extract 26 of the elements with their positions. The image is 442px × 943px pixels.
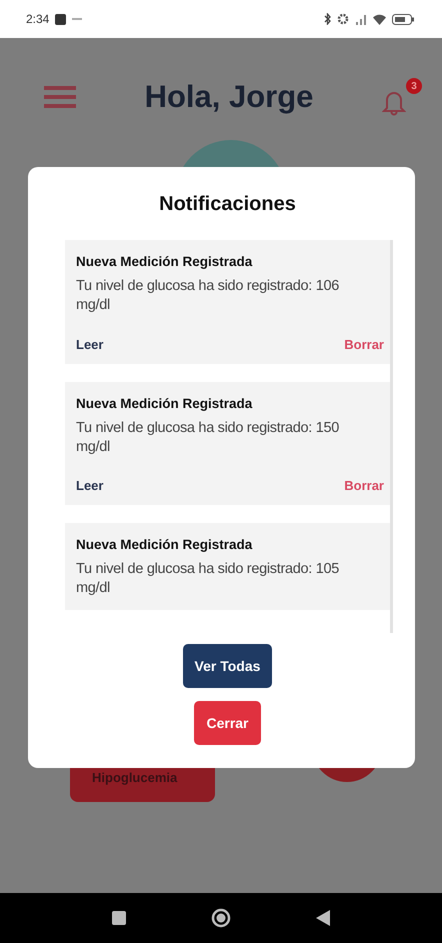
home-icon[interactable]: [210, 908, 231, 928]
notification-text: Tu nivel de glucosa ha sido registrado: 150 mg/dl: [76, 418, 340, 456]
view-all-button[interactable]: Ver Todas: [182, 644, 272, 688]
card-label: Hipoglucemia: [92, 770, 178, 786]
delete-link[interactable]: Borrar: [344, 478, 384, 494]
notification-badge: 3: [406, 78, 422, 94]
bluetooth-icon: [324, 13, 331, 25]
notification-title: Nueva Medición Registrada: [76, 537, 254, 552]
recents-icon[interactable]: [112, 911, 126, 925]
notification-title: Nueva Medición Registrada: [76, 254, 254, 269]
read-link[interactable]: Leer: [76, 478, 104, 494]
notification-text: Tu nivel de glucosa ha sido registrado: 105 mg/dl: [76, 560, 340, 598]
notification-text: Tu nivel de glucosa ha sido registrado: 106 mg/dl: [76, 277, 340, 315]
status-time: 2:34: [26, 12, 50, 26]
greeting-title: Hola, Jorge: [144, 79, 314, 115]
battery-icon: [392, 14, 414, 24]
app-notification-icon: [55, 14, 66, 24]
close-button[interactable]: Cerrar: [194, 701, 260, 745]
read-link[interactable]: Leer: [76, 336, 104, 352]
delete-link[interactable]: Borrar: [344, 336, 384, 352]
notification-title: Nueva Medición Registrada: [76, 396, 254, 411]
signal-icon: [355, 14, 367, 24]
wifi-icon: [373, 14, 386, 24]
back-icon[interactable]: [316, 910, 330, 926]
dialog-title: Notificaciones: [159, 193, 296, 216]
more-icon: [72, 18, 82, 20]
